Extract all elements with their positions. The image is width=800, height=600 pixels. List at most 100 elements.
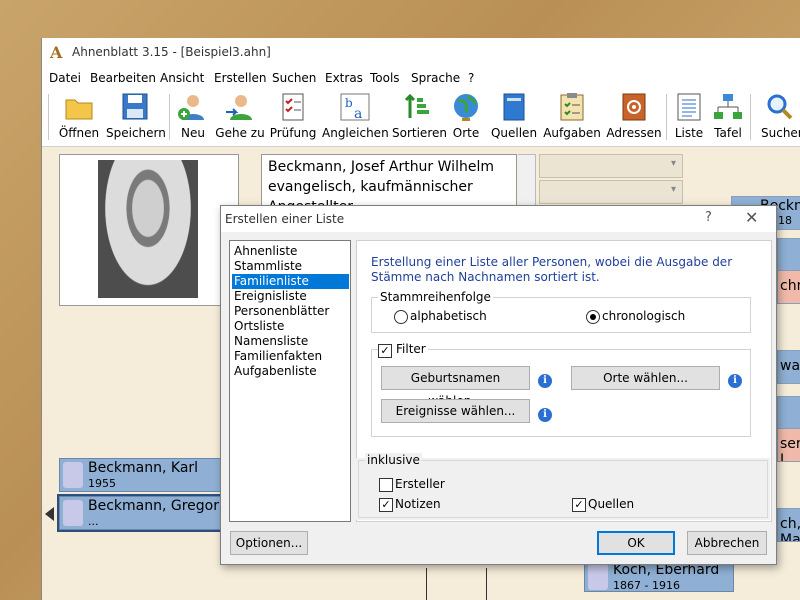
- inklusive-area: inklusive Ersteller ✓ Notizen ✓ Quellen: [356, 453, 770, 520]
- list-item-personenblaetter[interactable]: Personenblätter: [232, 304, 349, 319]
- person-arrow-icon: [226, 95, 252, 120]
- notizen-checkbox[interactable]: ✓: [379, 498, 393, 512]
- ersteller-label: Ersteller: [395, 477, 445, 491]
- alphabetisch-label: alphabetisch: [410, 309, 487, 323]
- info-scrollbar[interactable]: [518, 154, 536, 208]
- list-item-ereignisliste[interactable]: Ereignisliste: [232, 289, 349, 304]
- person-card-right-2[interactable]: chmie: [777, 270, 800, 304]
- orte-button[interactable]: Orte wählen...: [571, 366, 720, 390]
- list-item-ahnenliste[interactable]: Ahnenliste: [232, 244, 349, 259]
- alphabetisch-radio[interactable]: [394, 310, 408, 324]
- search-button[interactable]: Suchen: [756, 88, 800, 146]
- inklusive-group: inklusive Ersteller ✓ Notizen ✓ Quellen: [358, 453, 768, 518]
- family-tree-icon: [714, 94, 742, 119]
- svg-text:b: b: [345, 96, 353, 110]
- list-document-icon: [677, 93, 701, 121]
- dialog-title-bar: Erstellen einer Liste ? ✕: [221, 206, 776, 232]
- toolbar-separator: [169, 94, 170, 140]
- dropdown-1[interactable]: ▾: [539, 154, 683, 178]
- checklist-icon: [282, 93, 304, 121]
- person-card-gregor[interactable]: Beckmann, Gregor ...: [57, 494, 224, 532]
- sort-icon: [404, 93, 429, 118]
- chronologisch-label: chronologisch: [602, 309, 686, 323]
- list-item-ortsliste[interactable]: Ortsliste: [232, 319, 349, 334]
- person-card-right-blue[interactable]: [777, 238, 800, 272]
- menu-erstellen[interactable]: Erstellen: [214, 71, 267, 85]
- match-button[interactable]: ba Angleichen: [322, 88, 389, 146]
- floppy-disk-icon: [122, 93, 148, 120]
- toolbar: Öffnen Speichern Neu Gehe zu Prüfung ba …: [42, 88, 800, 147]
- goto-button[interactable]: Gehe zu: [214, 88, 266, 146]
- menu-bearbeiten[interactable]: Bearbeiten: [90, 71, 156, 85]
- dialog-title: Erstellen einer Liste: [225, 212, 345, 226]
- chevron-down-icon: ▾: [670, 184, 676, 195]
- ok-button[interactable]: OK: [597, 531, 675, 555]
- list-button[interactable]: Liste: [672, 88, 706, 146]
- list-item-familienfakten[interactable]: Familienfakten: [232, 349, 349, 364]
- list-item-familienliste[interactable]: Familienliste: [232, 274, 349, 289]
- check-button[interactable]: Prüfung: [269, 88, 317, 146]
- info-icon[interactable]: i: [728, 374, 742, 388]
- close-icon[interactable]: ✕: [745, 208, 758, 227]
- quellen-label: Quellen: [588, 497, 635, 511]
- tree-line: [426, 568, 427, 600]
- navigate-left-icon[interactable]: [45, 507, 54, 521]
- ersteller-checkbox[interactable]: [379, 478, 393, 492]
- places-button[interactable]: Orte: [448, 88, 484, 146]
- quellen-checkbox[interactable]: ✓: [572, 498, 586, 512]
- new-person-button[interactable]: Neu: [176, 88, 210, 146]
- dropdown-2[interactable]: ▾: [539, 180, 683, 204]
- tasks-button[interactable]: Aufgaben: [543, 88, 601, 146]
- menu-help[interactable]: ?: [468, 71, 474, 85]
- chronologisch-radio[interactable]: [586, 310, 600, 324]
- list-item-aufgabenliste[interactable]: Aufgabenliste: [232, 364, 349, 379]
- menu-sprache[interactable]: Sprache: [411, 71, 460, 85]
- menu-datei[interactable]: Datei: [49, 71, 81, 85]
- addresses-button[interactable]: Adressen: [605, 88, 663, 146]
- folder-icon: [65, 99, 93, 120]
- person-silhouette-icon: [63, 462, 83, 488]
- stammreihenfolge-group: Stammreihenfolge alphabetisch chronologi…: [371, 290, 751, 333]
- sources-button[interactable]: Quellen: [490, 88, 538, 146]
- globe-icon: [454, 94, 478, 121]
- window-title: Ahnenblatt 3.15 - [Beispiel3.ahn]: [72, 45, 271, 59]
- ereignisse-button[interactable]: Ereignisse wählen...: [381, 399, 530, 423]
- geburtsnamen-button[interactable]: Geburtsnamen wählen...: [381, 366, 530, 408]
- person-photo: [98, 160, 198, 298]
- optionen-button[interactable]: Optionen...: [230, 531, 308, 555]
- filter-checkbox[interactable]: ✓: [378, 344, 392, 358]
- notizen-label: Notizen: [395, 497, 441, 511]
- filter-group: Filter ✓ Geburtsnamen wählen... i Orte w…: [371, 342, 751, 437]
- list-item-stammliste[interactable]: Stammliste: [232, 259, 349, 274]
- app-logo-icon: A: [50, 43, 63, 62]
- list-item-namensliste[interactable]: Namensliste: [232, 334, 349, 349]
- text-replace-icon: ba: [340, 93, 370, 122]
- list-description: Erstellung einer Liste aller Personen, w…: [371, 255, 733, 284]
- chart-button[interactable]: Tafel: [710, 88, 746, 146]
- title-bar: A Ahnenblatt 3.15 - [Beispiel3.ahn]: [42, 38, 800, 68]
- tree-line: [486, 568, 487, 600]
- person-card-right-5[interactable]: ch, Ma: [777, 508, 800, 542]
- chevron-down-icon: ▾: [670, 158, 676, 169]
- person-card-right-blue-2[interactable]: [777, 396, 800, 430]
- save-button[interactable]: Speichern: [106, 88, 166, 146]
- person-card-karl[interactable]: Beckmann, Karl 1955: [59, 458, 222, 492]
- list-type-listbox[interactable]: Ahnenliste Stammliste Familienliste Erei…: [229, 240, 351, 522]
- person-card-right-4[interactable]: ser, I: [777, 428, 800, 462]
- person-info-box[interactable]: Beckmann, Josef Arthur Wilhelm evangelis…: [261, 154, 517, 206]
- toolbar-separator: [48, 94, 49, 140]
- help-icon[interactable]: ?: [705, 210, 712, 225]
- person-card-right-3[interactable]: wal: [777, 350, 800, 384]
- cancel-button[interactable]: Abbrechen: [687, 531, 767, 555]
- info-icon[interactable]: i: [538, 408, 552, 422]
- sort-button[interactable]: Sortieren: [392, 88, 447, 146]
- menu-ansicht[interactable]: Ansicht: [160, 71, 204, 85]
- menu-suchen[interactable]: Suchen: [272, 71, 316, 85]
- info-icon[interactable]: i: [538, 374, 552, 388]
- menu-extras[interactable]: Extras: [325, 71, 363, 85]
- person-photo-frame[interactable]: [59, 154, 239, 306]
- add-person-icon: [178, 95, 204, 120]
- menu-tools[interactable]: Tools: [370, 71, 400, 85]
- address-book-icon: [622, 93, 646, 121]
- open-button[interactable]: Öffnen: [56, 88, 102, 146]
